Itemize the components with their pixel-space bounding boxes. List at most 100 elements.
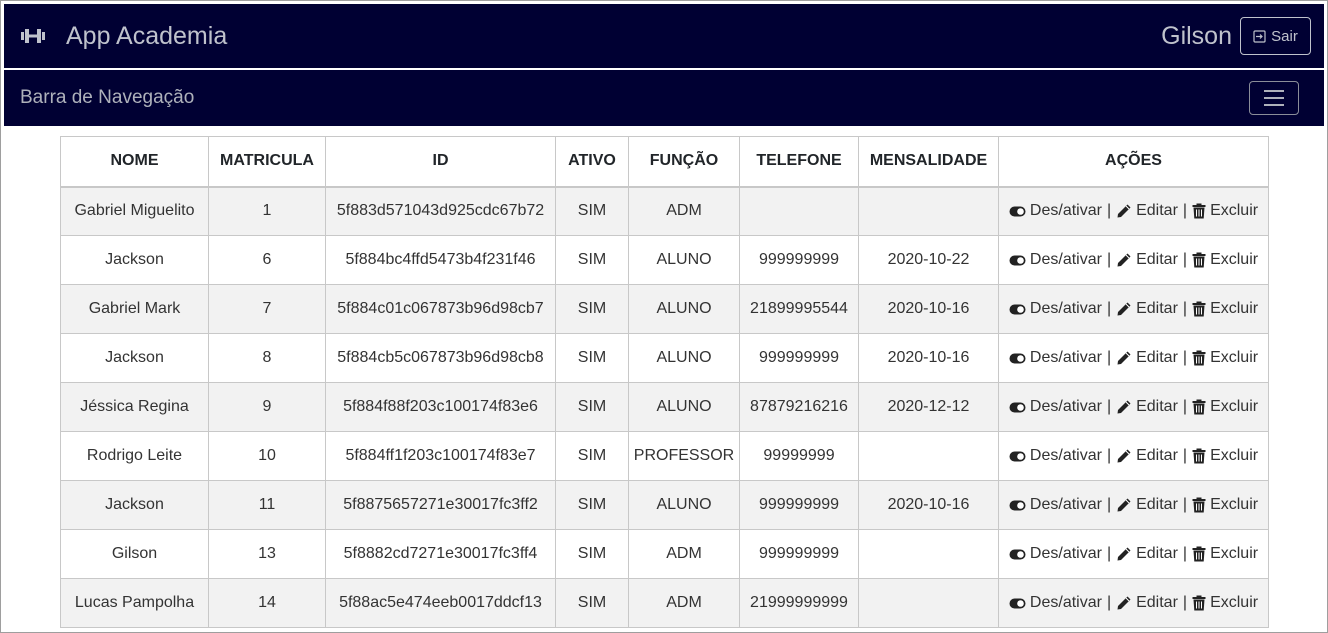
- header-funcao: FUNÇÃO: [628, 136, 740, 188]
- cell-matricula: 10: [208, 431, 326, 481]
- action-separator: |: [1106, 398, 1112, 415]
- delete-link[interactable]: Excluir: [1192, 398, 1258, 416]
- edit-label: Editar: [1136, 300, 1178, 317]
- delete-link[interactable]: Excluir: [1192, 545, 1258, 563]
- edit-label: Editar: [1136, 545, 1178, 562]
- delete-label: Excluir: [1210, 398, 1259, 415]
- cell-ativo: SIM: [555, 382, 629, 432]
- cell-mensalidade: [858, 431, 999, 481]
- hamburger-menu-button[interactable]: [1249, 81, 1299, 115]
- header-telefone: TELEFONE: [739, 136, 859, 188]
- cell-funcao: ALUNO: [628, 284, 740, 334]
- nav-title[interactable]: Barra de Navegação: [20, 87, 194, 109]
- toggle-active-link[interactable]: Des/ativar: [1009, 300, 1102, 318]
- toggle-active-link[interactable]: Des/ativar: [1009, 447, 1102, 465]
- cell-mensalidade: [858, 186, 999, 236]
- cell-telefone: 999999999: [739, 235, 859, 285]
- pencil-icon: [1116, 252, 1132, 268]
- delete-link[interactable]: Excluir: [1192, 202, 1258, 220]
- action-separator: |: [1182, 496, 1188, 513]
- edit-link[interactable]: Editar: [1116, 202, 1178, 220]
- delete-label: Excluir: [1210, 300, 1259, 317]
- row-actions: Des/ativar | Editar | Excluir: [999, 398, 1268, 416]
- action-separator: |: [1106, 496, 1112, 513]
- toggle-active-link[interactable]: Des/ativar: [1009, 251, 1102, 269]
- cell-funcao: PROFESSOR: [628, 431, 740, 481]
- cell-nome: Gilson: [60, 529, 209, 579]
- trash-icon: [1192, 595, 1206, 611]
- table-header-row: NOME MATRICULA ID ATIVO FUNÇÃO TELEFONE …: [60, 136, 1269, 188]
- edit-link[interactable]: Editar: [1116, 300, 1178, 318]
- toggle-on-icon: [1009, 451, 1026, 462]
- hamburger-line: [1264, 104, 1284, 106]
- cell-nome: Gabriel Mark: [60, 284, 209, 334]
- edit-link[interactable]: Editar: [1116, 496, 1178, 514]
- table-row: Jackson 11 5f8875657271e30017fc3ff2 SIM ALUN…: [60, 480, 1269, 530]
- toggle-active-label: Des/ativar: [1029, 300, 1102, 317]
- edit-label: Editar: [1136, 496, 1178, 513]
- toggle-active-link[interactable]: Des/ativar: [1009, 496, 1102, 514]
- toggle-active-link[interactable]: Des/ativar: [1009, 202, 1102, 220]
- edit-link[interactable]: Editar: [1116, 594, 1178, 612]
- pencil-icon: [1116, 350, 1132, 366]
- delete-link[interactable]: Excluir: [1192, 594, 1258, 612]
- row-actions: Des/ativar | Editar | Excluir: [999, 594, 1268, 612]
- cell-mensalidade: 2020-12-12: [858, 382, 999, 432]
- row-actions: Des/ativar | Editar | Excluir: [999, 447, 1268, 465]
- toggle-active-label: Des/ativar: [1029, 496, 1102, 513]
- row-actions: Des/ativar | Editar | Excluir: [999, 202, 1268, 220]
- table-row: Lucas Pampolha 14 5f88ac5e474eeb0017ddcf13…: [60, 578, 1269, 628]
- header-acoes: AÇÕES: [998, 136, 1269, 188]
- cell-telefone: 999999999: [739, 333, 859, 383]
- trash-icon: [1192, 546, 1206, 562]
- cell-id: 5f884f88f203c100174f83e6: [325, 382, 556, 432]
- edit-link[interactable]: Editar: [1116, 398, 1178, 416]
- cell-ativo: SIM: [555, 431, 629, 481]
- edit-label: Editar: [1136, 447, 1178, 464]
- table-row: Gabriel Mark 7 5f884c01c067873b96d98cb7 SIM…: [60, 284, 1269, 334]
- logout-button[interactable]: Sair: [1240, 17, 1311, 55]
- cell-acoes: Des/ativar | Editar | Excluir: [998, 333, 1269, 383]
- table-row: Gabriel Miguelito 1 5f883d571043d925cdc67b…: [60, 186, 1269, 236]
- edit-link[interactable]: Editar: [1116, 349, 1178, 367]
- edit-link[interactable]: Editar: [1116, 545, 1178, 563]
- cell-funcao: ALUNO: [628, 382, 740, 432]
- delete-link[interactable]: Excluir: [1192, 496, 1258, 514]
- cell-mensalidade: 2020-10-22: [858, 235, 999, 285]
- toggle-active-link[interactable]: Des/ativar: [1009, 349, 1102, 367]
- delete-link[interactable]: Excluir: [1192, 349, 1258, 367]
- table-row: Jackson 6 5f884bc4ffd5473b4f231f46 SIM ALUNO…: [60, 235, 1269, 285]
- header-ativo: ATIVO: [555, 136, 629, 188]
- table-row: Jéssica Regina 9 5f884f88f203c100174f83e6 S…: [60, 382, 1269, 432]
- toggle-active-link[interactable]: Des/ativar: [1009, 545, 1102, 563]
- cell-matricula: 6: [208, 235, 326, 285]
- header-nome: NOME: [60, 136, 209, 188]
- header-matricula: MATRICULA: [208, 136, 326, 188]
- toggle-active-label: Des/ativar: [1029, 398, 1102, 415]
- trash-icon: [1192, 301, 1206, 317]
- action-separator: |: [1182, 251, 1188, 268]
- trash-icon: [1192, 350, 1206, 366]
- edit-link[interactable]: Editar: [1116, 251, 1178, 269]
- cell-funcao: ADM: [628, 186, 740, 236]
- toggle-active-link[interactable]: Des/ativar: [1009, 398, 1102, 416]
- cell-id: 5f884ff1f203c100174f83e7: [325, 431, 556, 481]
- delete-label: Excluir: [1210, 349, 1259, 366]
- delete-link[interactable]: Excluir: [1192, 447, 1258, 465]
- edit-link[interactable]: Editar: [1116, 447, 1178, 465]
- cell-id: 5f88ac5e474eeb0017ddcf13: [325, 578, 556, 628]
- toggle-active-link[interactable]: Des/ativar: [1009, 594, 1102, 612]
- cell-ativo: SIM: [555, 480, 629, 530]
- cell-id: 5f884bc4ffd5473b4f231f46: [325, 235, 556, 285]
- action-separator: |: [1106, 251, 1112, 268]
- app-title[interactable]: App Academia: [66, 22, 227, 51]
- row-actions: Des/ativar | Editar | Excluir: [999, 496, 1268, 514]
- delete-link[interactable]: Excluir: [1192, 300, 1258, 318]
- table-row: Jackson 8 5f884cb5c067873b96d98cb8 SIM ALUNO…: [60, 333, 1269, 383]
- toggle-on-icon: [1009, 353, 1026, 364]
- toggle-on-icon: [1009, 500, 1026, 511]
- delete-link[interactable]: Excluir: [1192, 251, 1258, 269]
- cell-ativo: SIM: [555, 578, 629, 628]
- cell-acoes: Des/ativar | Editar | Excluir: [998, 284, 1269, 334]
- cell-nome: Jackson: [60, 235, 209, 285]
